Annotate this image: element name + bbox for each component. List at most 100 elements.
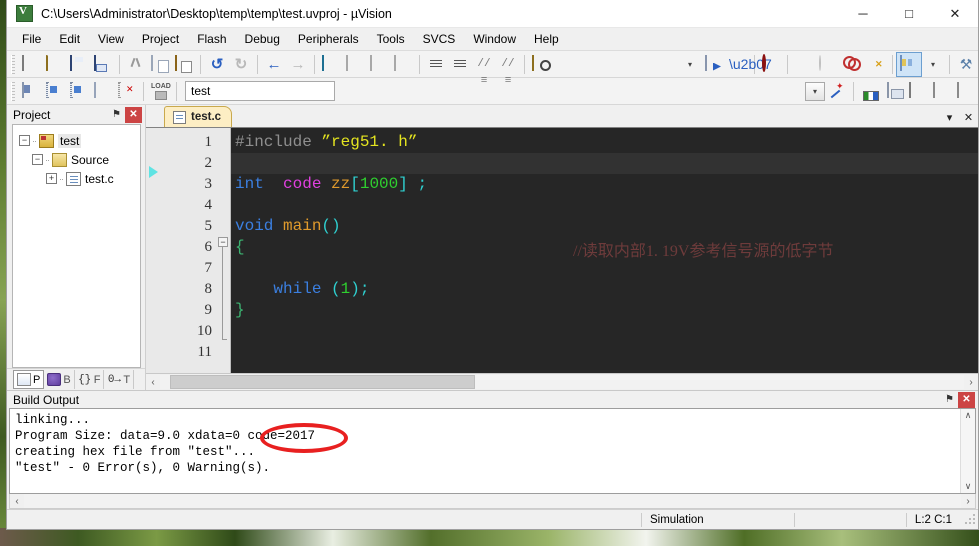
toolbar-grip[interactable] <box>11 54 15 74</box>
undo-icon[interactable]: ↺ <box>205 53 229 76</box>
tree-item-testc[interactable]: + ·· test.c <box>13 169 140 188</box>
batch-build-icon[interactable] <box>67 80 91 103</box>
redo-icon[interactable]: ↻ <box>229 53 253 76</box>
expander-icon[interactable]: − <box>19 135 30 146</box>
new-file-icon[interactable] <box>19 53 43 76</box>
build-vertical-scrollbar[interactable]: ∧ ∨ <box>960 409 975 493</box>
manage-project-items-icon[interactable] <box>858 80 882 103</box>
build-target-icon[interactable] <box>19 80 43 103</box>
tree-item-source[interactable]: − ·· Source <box>13 150 140 169</box>
editor-marker-gutter[interactable] <box>146 128 164 373</box>
scroll-down-icon[interactable]: ∨ <box>965 481 972 492</box>
status-bar: Simulation L:2 C:1 <box>7 509 978 529</box>
navigate-forward-icon[interactable]: → <box>286 53 310 76</box>
resize-grip-icon[interactable] <box>964 512 978 527</box>
indent-right-icon[interactable] <box>424 53 448 76</box>
manage-multi-project-workspace-icon[interactable] <box>882 80 906 103</box>
fold-toggle-icon[interactable]: − <box>218 237 228 247</box>
translate-file-icon[interactable] <box>91 80 115 103</box>
components-env-books-icon[interactable] <box>906 80 930 103</box>
fold-gutter[interactable]: − <box>216 128 231 373</box>
scroll-up-icon[interactable]: ∧ <box>965 410 972 421</box>
pin-icon[interactable]: ⚑ <box>108 107 125 123</box>
paste-icon[interactable] <box>172 53 196 76</box>
target-options-dropdown-icon[interactable]: ▾ <box>678 53 702 76</box>
code-text[interactable]: #include ”reg51. h” int code zz[1000] ; … <box>231 128 978 373</box>
save-all-icon[interactable] <box>91 53 115 76</box>
stop-build-icon[interactable] <box>115 80 139 103</box>
code-token: ; <box>407 175 428 193</box>
download-to-flash-icon[interactable]: \u2b07 <box>726 53 772 76</box>
tab-books[interactable]: B <box>44 370 75 389</box>
manage-run-time-env-icon[interactable] <box>954 80 978 103</box>
cut-icon[interactable] <box>124 53 148 76</box>
scroll-thumb[interactable] <box>170 375 475 389</box>
scroll-right-icon[interactable]: › <box>961 496 975 507</box>
scroll-left-icon[interactable]: ‹ <box>146 377 160 388</box>
comment-selection-icon[interactable]: //≡ <box>472 53 496 87</box>
target-select[interactable]: test <box>185 81 335 101</box>
disable-breakpoint-icon[interactable] <box>816 53 840 76</box>
scroll-left-icon[interactable]: ‹ <box>10 496 24 507</box>
project-window-caret-icon[interactable]: ▾ <box>921 53 945 76</box>
insert-remove-breakpoint-icon[interactable] <box>792 53 816 76</box>
customize-tools-icon[interactable]: ⚒ <box>954 53 978 76</box>
menu-help[interactable]: Help <box>525 29 568 49</box>
maximize-button[interactable]: □ <box>886 0 932 28</box>
tab-project[interactable]: P <box>13 370 45 389</box>
tree-item-test[interactable]: − ·· test <box>13 131 140 150</box>
open-file-icon[interactable] <box>43 53 67 76</box>
menu-file[interactable]: File <box>13 29 50 49</box>
disable-all-breakpoints-icon[interactable] <box>840 53 864 76</box>
toggle-bookmark-icon[interactable] <box>319 53 343 76</box>
menu-window[interactable]: Window <box>464 29 525 49</box>
editor-tab-testc[interactable]: test.c <box>164 106 233 127</box>
target-select-arrow-icon[interactable]: ▾ <box>805 81 825 101</box>
code-editor[interactable]: 1 2 3 4 5 6 7 8 9 10 11 − #include ”reg51. h” int … <box>146 127 978 373</box>
tab-templates[interactable]: 0→ T <box>104 370 135 389</box>
start-debug-session-icon[interactable] <box>702 53 726 76</box>
configure-target-options-icon[interactable] <box>825 80 849 103</box>
menu-flash[interactable]: Flash <box>188 29 235 49</box>
menu-edit[interactable]: Edit <box>50 29 89 49</box>
close-button[interactable]: ✕ <box>932 0 978 28</box>
rebuild-all-icon[interactable] <box>43 80 67 103</box>
menu-peripherals[interactable]: Peripherals <box>289 29 368 49</box>
menu-debug[interactable]: Debug <box>236 29 289 49</box>
scroll-track[interactable] <box>160 375 964 389</box>
expander-icon[interactable]: + <box>46 173 57 184</box>
navigate-back-icon[interactable]: ← <box>262 53 286 76</box>
minimize-button[interactable]: ─ <box>840 0 886 28</box>
tab-functions[interactable]: {} F <box>75 370 105 389</box>
clear-bookmarks-icon[interactable] <box>391 53 415 76</box>
editor-horizontal-scrollbar[interactable]: ‹ › <box>146 373 978 390</box>
copy-icon[interactable] <box>148 53 172 76</box>
menu-svcs[interactable]: SVCS <box>414 29 465 49</box>
download-load-icon[interactable]: LOAD <box>148 80 172 103</box>
build-output-body[interactable]: linking... Program Size: data=9.0 xdata=0… <box>9 408 976 494</box>
project-window-toggle-icon[interactable] <box>896 51 922 77</box>
find-magnifier-icon[interactable] <box>759 53 783 76</box>
uncomment-selection-icon[interactable]: //≡ <box>496 53 520 87</box>
close-icon[interactable]: ✕ <box>959 107 978 127</box>
next-bookmark-icon[interactable] <box>367 53 391 76</box>
menu-project[interactable]: Project <box>133 29 188 49</box>
expander-icon[interactable]: − <box>32 154 43 165</box>
build-horizontal-scrollbar[interactable]: ‹ › <box>9 494 976 509</box>
scroll-right-icon[interactable]: › <box>964 377 978 388</box>
kill-all-breakpoints-icon[interactable] <box>864 53 888 76</box>
toolbar-grip[interactable] <box>11 81 15 101</box>
pin-icon[interactable]: ⚑ <box>941 392 958 408</box>
find-in-files-icon[interactable] <box>529 53 553 76</box>
indent-left-icon[interactable] <box>448 53 472 76</box>
close-icon[interactable]: ✕ <box>125 106 142 123</box>
previous-bookmark-icon[interactable] <box>343 53 367 76</box>
save-icon[interactable] <box>67 53 91 76</box>
chevron-down-icon[interactable]: ▾ <box>940 107 959 127</box>
close-icon[interactable]: ✕ <box>958 391 975 408</box>
remove-item-icon[interactable] <box>930 80 954 103</box>
window-controls: ─ □ ✕ <box>840 0 978 28</box>
scroll-track[interactable] <box>24 494 961 508</box>
menu-view[interactable]: View <box>89 29 133 49</box>
menu-tools[interactable]: Tools <box>368 29 414 49</box>
